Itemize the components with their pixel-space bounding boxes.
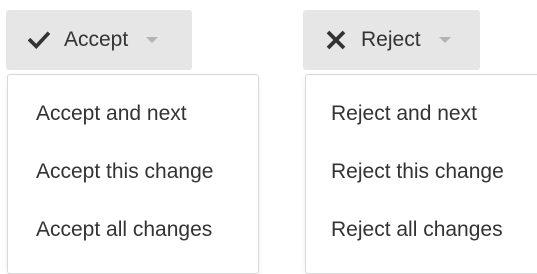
x-icon — [323, 27, 349, 53]
accept-button[interactable]: Accept — [6, 10, 192, 70]
menu-item-accept-and-next[interactable]: Accept and next — [8, 89, 258, 139]
reject-button[interactable]: Reject — [303, 10, 480, 70]
chevron-down-icon[interactable] — [438, 37, 451, 43]
check-icon — [26, 27, 52, 53]
menu-item-reject-this-change[interactable]: Reject this change — [306, 147, 537, 197]
chevron-down-icon[interactable] — [146, 37, 159, 43]
menu-item-reject-and-next[interactable]: Reject and next — [306, 89, 537, 139]
menu-item-accept-this-change[interactable]: Accept this change — [8, 147, 258, 197]
reject-button-label: Reject — [361, 28, 421, 51]
reject-dropdown-menu: Reject and next Reject this change Rejec… — [305, 74, 537, 274]
menu-item-accept-all-changes[interactable]: Accept all changes — [8, 205, 258, 255]
accept-dropdown-menu: Accept and next Accept this change Accep… — [7, 74, 259, 274]
menu-item-reject-all-changes[interactable]: Reject all changes — [306, 205, 537, 255]
accept-button-label: Accept — [64, 28, 129, 51]
